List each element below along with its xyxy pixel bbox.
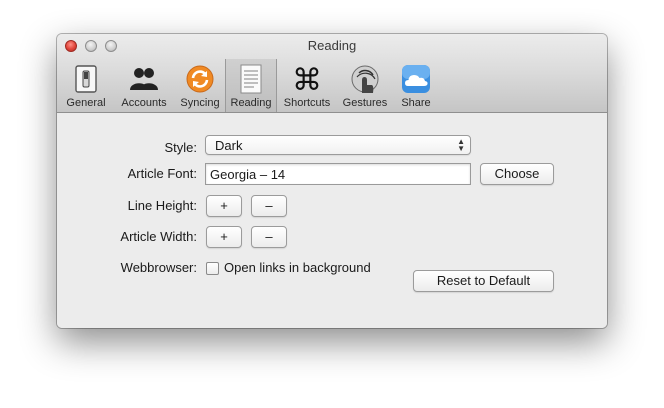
tab-general[interactable]: General <box>61 59 111 112</box>
style-label: Style: <box>164 140 197 155</box>
tab-shortcuts[interactable]: ⌘ Shortcuts <box>279 59 335 112</box>
open-links-background-checkbox[interactable] <box>206 262 219 275</box>
people-icon <box>130 68 158 90</box>
webbrowser-label: Webbrowser: <box>120 260 197 275</box>
tab-share-label: Share <box>401 97 431 109</box>
style-value: Dark <box>215 138 243 153</box>
reset-to-default-button[interactable]: Reset to Default <box>413 270 554 292</box>
tab-shortcuts-label: Shortcuts <box>283 97 331 109</box>
tab-share[interactable]: Share <box>395 59 437 112</box>
tab-gestures[interactable]: Gestures <box>339 59 391 112</box>
style-popup[interactable]: Dark ▲ ▼ <box>205 135 471 155</box>
article-font-field[interactable]: Georgia – 14 <box>205 163 471 185</box>
article-width-increase-button[interactable]: + <box>206 226 242 248</box>
line-height-label: Line Height: <box>127 198 197 213</box>
tab-reading[interactable]: Reading <box>225 59 277 112</box>
reading-preferences-pane: Style: Dark ▲ ▼ Article Font: Georgia – 1… <box>57 113 607 328</box>
switch-icon <box>75 65 97 93</box>
tab-general-label: General <box>66 97 106 109</box>
tab-gestures-label: Gestures <box>342 97 388 109</box>
sync-icon <box>186 65 214 93</box>
tab-syncing-label: Syncing <box>180 97 220 109</box>
preferences-window: Reading General Accounts Syncing Reading… <box>57 34 607 328</box>
line-height-decrease-button[interactable]: – <box>251 195 287 217</box>
title-bar: Reading General Accounts Syncing Reading… <box>57 34 607 113</box>
article-font-label: Article Font: <box>127 166 197 181</box>
command-key-icon: ⌘ <box>292 63 322 95</box>
cloud-icon <box>402 65 430 93</box>
line-height-increase-button[interactable]: + <box>206 195 242 217</box>
tab-syncing[interactable]: Syncing <box>175 59 225 112</box>
article-width-decrease-button[interactable]: – <box>251 226 287 248</box>
tab-reading-label: Reading <box>230 97 272 109</box>
svg-text:⌘: ⌘ <box>292 63 322 95</box>
hand-gesture-icon <box>351 65 379 93</box>
open-links-background-label[interactable]: Open links in background <box>224 260 371 275</box>
choose-font-button[interactable]: Choose <box>480 163 554 185</box>
article-font-value: Georgia – 14 <box>210 167 286 182</box>
window-title: Reading <box>307 38 357 53</box>
popup-arrows-icon: ▲ ▼ <box>457 137 465 153</box>
document-icon <box>240 64 262 94</box>
tab-accounts[interactable]: Accounts <box>115 59 173 112</box>
article-width-label: Article Width: <box>120 229 197 244</box>
tab-accounts-label: Accounts <box>121 97 167 109</box>
